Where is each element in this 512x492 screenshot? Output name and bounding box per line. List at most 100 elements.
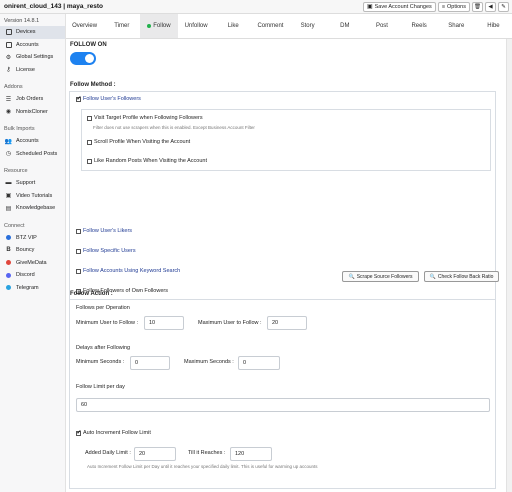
sidebar-item-scheduled-posts[interactable]: ◷ Scheduled Posts bbox=[0, 148, 65, 161]
sidebar-item-bulk-accounts[interactable]: 👥 Accounts bbox=[0, 135, 65, 148]
version-label: Version 14.8.1 bbox=[4, 18, 40, 24]
max-user-input[interactable]: 20 bbox=[267, 316, 307, 330]
sidebar-item-btz-vip[interactable]: BTZ VIP bbox=[0, 232, 65, 245]
devices-icon bbox=[5, 29, 12, 36]
tab-post[interactable]: Post bbox=[363, 14, 400, 38]
sidebar-item-devices[interactable]: Devices bbox=[0, 26, 65, 39]
active-dot-icon bbox=[147, 24, 152, 28]
sidebar-item-telegram[interactable]: Telegram bbox=[0, 282, 65, 295]
max-seconds-input[interactable]: 0 bbox=[238, 356, 280, 370]
tab-follow[interactable]: Follow bbox=[140, 14, 178, 38]
follows-per-operation-label: Follows per Operation bbox=[76, 305, 130, 311]
sidebar-item-label: Support bbox=[16, 180, 36, 187]
givemedata-icon bbox=[5, 259, 12, 266]
sidebar-item-discord[interactable]: Discord bbox=[0, 269, 65, 282]
check-follow-back-ratio-button[interactable]: 🔍 Check Follow Back Ratio bbox=[424, 271, 499, 282]
tab-reels[interactable]: Reels bbox=[401, 14, 438, 38]
delete-button[interactable]: 🗑 bbox=[472, 1, 483, 12]
sidebar-item-label: Devices bbox=[16, 29, 36, 36]
tab-story[interactable]: Story bbox=[289, 14, 326, 38]
calendar-icon: ◷ bbox=[5, 151, 12, 158]
tab-label: DM bbox=[340, 23, 350, 29]
tab-share[interactable]: Share bbox=[438, 14, 475, 38]
users-icon: 👥 bbox=[4, 138, 13, 145]
sidebar-item-label: Telegram bbox=[16, 284, 39, 291]
sidebar-item-label: Discord bbox=[16, 272, 35, 279]
follow-users-followers-checkbox[interactable]: Follow User's Followers bbox=[76, 95, 141, 102]
button-label: Check Follow Back Ratio bbox=[437, 273, 494, 280]
follow-action-panel: Follows per Operation Minimum User to Fo… bbox=[69, 299, 496, 489]
follow-limit-per-day-input[interactable]: 60 bbox=[76, 398, 490, 412]
resource-section-title: Resource bbox=[4, 168, 28, 174]
scrape-source-followers-button[interactable]: 🔍 Scrape Source Followers bbox=[342, 271, 419, 282]
till-it-reaches-label: Till it Reaches : bbox=[188, 450, 226, 456]
sidebar-item-givemedata[interactable]: GiveMeData bbox=[0, 257, 65, 270]
tab-label: Like bbox=[227, 23, 239, 29]
sidebar-item-knowledgebase[interactable]: ▤ Knowledgebase bbox=[0, 202, 65, 215]
vertical-scrollbar[interactable] bbox=[506, 39, 512, 492]
checkbox-checked-icon bbox=[76, 95, 82, 102]
min-seconds-input[interactable]: 0 bbox=[130, 356, 170, 370]
tab-bar: Overview Timer Follow Unfollow Like Comm… bbox=[66, 14, 512, 39]
sidebar-item-support[interactable]: ▬ Support bbox=[0, 177, 65, 190]
options-button[interactable]: ≡ Options bbox=[437, 1, 470, 12]
support-icon: ▬ bbox=[5, 180, 12, 187]
tab-comment[interactable]: Comment bbox=[252, 14, 289, 38]
visit-note: Filter does not use scrapers when this i… bbox=[93, 125, 255, 130]
scroll-profile-checkbox[interactable]: Scroll Profile When Visiting the Account bbox=[87, 139, 190, 145]
bulk-imports-section-title: Bulk Imports bbox=[4, 126, 35, 132]
sidebar-item-video-tutorials[interactable]: ▣ Video Tutorials bbox=[0, 190, 65, 203]
min-user-input[interactable]: 10 bbox=[144, 316, 184, 330]
title-bar: onirent_cloud_143 | maya_resto ▣ Save Ac… bbox=[0, 0, 512, 14]
sidebar-item-label: Global Settings bbox=[16, 54, 54, 61]
bouncy-icon: B bbox=[6, 247, 11, 254]
sidebar-item-label: BTZ VIP bbox=[16, 234, 37, 241]
checkbox-unchecked-icon bbox=[76, 248, 81, 254]
pin-button[interactable]: ✎ bbox=[498, 1, 509, 12]
options-label: Options bbox=[447, 3, 466, 10]
sidebar-item-accounts[interactable]: Accounts bbox=[0, 39, 65, 52]
follow-keyword-search-checkbox[interactable]: Follow Accounts Using Keyword Search bbox=[76, 268, 180, 274]
connect-section-title: Connect bbox=[4, 222, 25, 229]
sidebar: Version 14.8.1 Devices Accounts ⚙ Global… bbox=[0, 14, 66, 492]
sidebar-item-bouncy[interactable]: B Bouncy bbox=[0, 244, 65, 257]
till-it-reaches-input[interactable]: 120 bbox=[230, 447, 272, 461]
key-icon: ⚷ bbox=[6, 67, 11, 74]
follow-users-likers-checkbox[interactable]: Follow User's Likers bbox=[76, 228, 132, 234]
follower-subsettings-panel: Visit Target Profile when Following Foll… bbox=[81, 109, 491, 171]
button-label: Scrape Source Followers bbox=[356, 273, 413, 280]
sidebar-item-license[interactable]: ⚷ License bbox=[0, 64, 65, 77]
sidebar-item-label: Accounts bbox=[16, 41, 39, 48]
tab-hibe[interactable]: Hibe bbox=[475, 14, 512, 38]
follow-specific-users-checkbox[interactable]: Follow Specific Users bbox=[76, 248, 136, 254]
tab-label: Comment bbox=[257, 23, 284, 29]
window-title: onirent_cloud_143 | maya_resto bbox=[4, 3, 103, 10]
sidebar-item-job-orders[interactable]: ☰ Job Orders bbox=[0, 93, 65, 106]
follow-limit-per-day-label: Follow Limit per day bbox=[76, 384, 125, 390]
delays-after-following-label: Delays after Following bbox=[76, 345, 131, 351]
option-label: Visit Target Profile when Following Foll… bbox=[94, 115, 203, 121]
auto-increment-checkbox[interactable]: Auto Increment Follow Limit bbox=[76, 429, 151, 436]
like-random-posts-checkbox[interactable]: Like Random Posts When Visiting the Acco… bbox=[87, 158, 207, 164]
back-icon: ◀ bbox=[488, 3, 493, 10]
added-daily-limit-input[interactable]: 20 bbox=[134, 447, 176, 461]
min-user-label: Minimum User to Follow : bbox=[76, 320, 139, 326]
video-icon: ▣ bbox=[5, 193, 12, 200]
sidebar-item-label: Bouncy bbox=[16, 247, 35, 254]
search-icon: 🔍 bbox=[348, 273, 355, 280]
tab-timer[interactable]: Timer bbox=[103, 14, 140, 38]
checkbox-unchecked-icon bbox=[87, 139, 92, 145]
tab-overview[interactable]: Overview bbox=[66, 14, 103, 38]
tab-dm[interactable]: DM bbox=[326, 14, 363, 38]
cloner-icon: ◉ bbox=[5, 109, 12, 116]
menu-icon: ≡ bbox=[441, 3, 446, 10]
back-button[interactable]: ◀ bbox=[485, 1, 496, 12]
sidebar-item-nomixcloner[interactable]: ◉ NomixCloner bbox=[0, 106, 65, 119]
sidebar-item-global-settings[interactable]: ⚙ Global Settings bbox=[0, 51, 65, 64]
visit-target-profile-checkbox[interactable]: Visit Target Profile when Following Foll… bbox=[87, 115, 203, 121]
follow-settings-content: FOLLOW ON Follow Method : Follow User's … bbox=[66, 39, 506, 492]
follow-on-toggle[interactable] bbox=[70, 52, 96, 65]
save-account-changes-button[interactable]: ▣ Save Account Changes bbox=[362, 1, 436, 12]
tab-like[interactable]: Like bbox=[215, 14, 252, 38]
tab-unfollow[interactable]: Unfollow bbox=[178, 14, 215, 38]
